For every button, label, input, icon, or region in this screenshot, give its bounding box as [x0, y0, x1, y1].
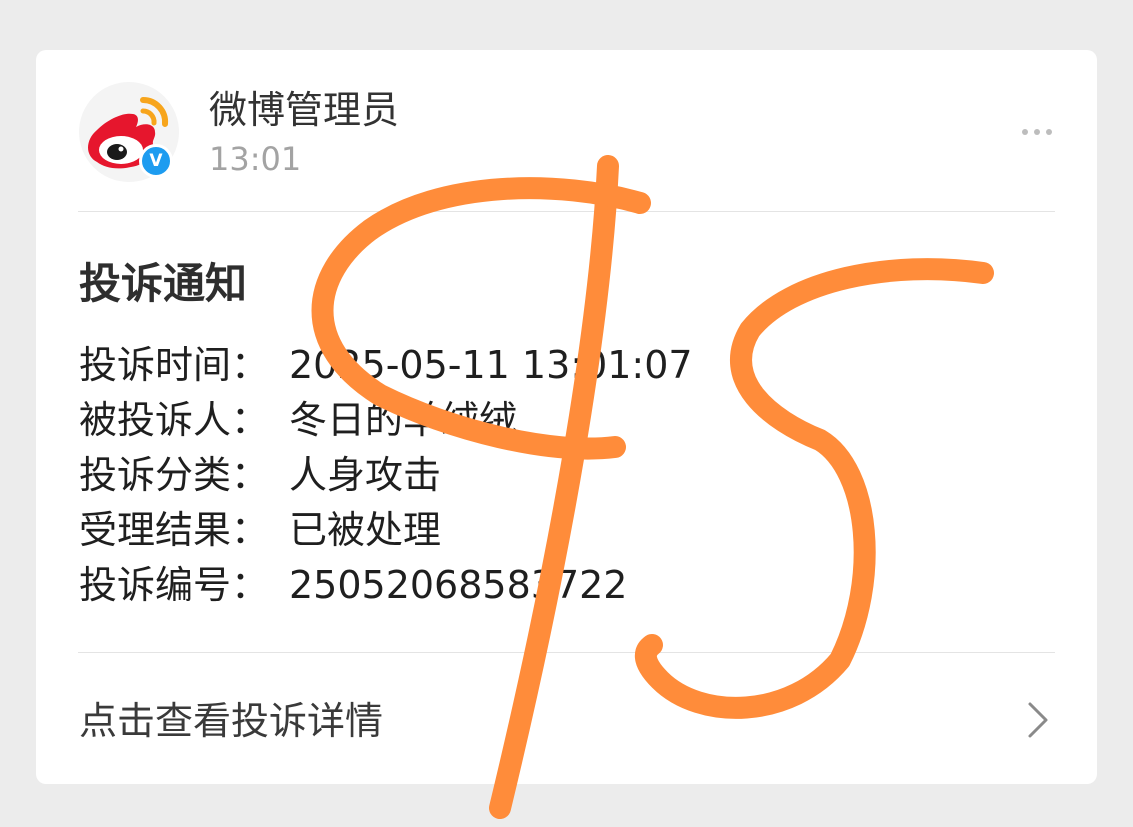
- chevron-right-icon: [1028, 702, 1048, 738]
- detail-value: 已被处理: [289, 508, 442, 552]
- detail-row-complaint-number: 投诉编号： 25052068583722: [79, 558, 693, 613]
- message-time: 13:01: [209, 140, 302, 178]
- detail-label: 投诉时间：: [79, 343, 270, 387]
- detail-row-respondent: 被投诉人： 冬日的羊绒绒: [79, 393, 693, 448]
- detail-row-category: 投诉分类： 人身攻击: [79, 448, 693, 503]
- view-complaint-details-link[interactable]: 点击查看投诉详情: [36, 656, 1097, 784]
- more-options-icon[interactable]: [1012, 114, 1062, 150]
- view-details-label: 点击查看投诉详情: [79, 699, 384, 743]
- detail-row-complaint-time: 投诉时间： 2025-05-11 13:01:07: [79, 338, 693, 393]
- notice-title: 投诉通知: [79, 259, 248, 308]
- detail-label: 受理结果：: [79, 508, 270, 552]
- detail-value: 25052068583722: [289, 563, 628, 607]
- detail-label: 被投诉人：: [79, 398, 270, 442]
- detail-value: 2025-05-11 13:01:07: [289, 343, 693, 387]
- footer-divider: [78, 652, 1055, 653]
- notice-details: 投诉时间： 2025-05-11 13:01:07 被投诉人： 冬日的羊绒绒 投诉分…: [79, 338, 693, 613]
- detail-label: 投诉编号：: [79, 563, 270, 607]
- message-card: V 微博管理员 13:01 投诉通知 投诉时间： 2025-05-11 13:01…: [36, 50, 1097, 784]
- header-divider: [78, 211, 1055, 212]
- sender-name[interactable]: 微博管理员: [209, 86, 399, 134]
- verified-badge: V: [139, 144, 173, 178]
- detail-value: 人身攻击: [289, 453, 442, 497]
- detail-label: 投诉分类：: [79, 453, 270, 497]
- detail-row-result: 受理结果： 已被处理: [79, 503, 693, 558]
- detail-value: 冬日的羊绒绒: [289, 398, 518, 442]
